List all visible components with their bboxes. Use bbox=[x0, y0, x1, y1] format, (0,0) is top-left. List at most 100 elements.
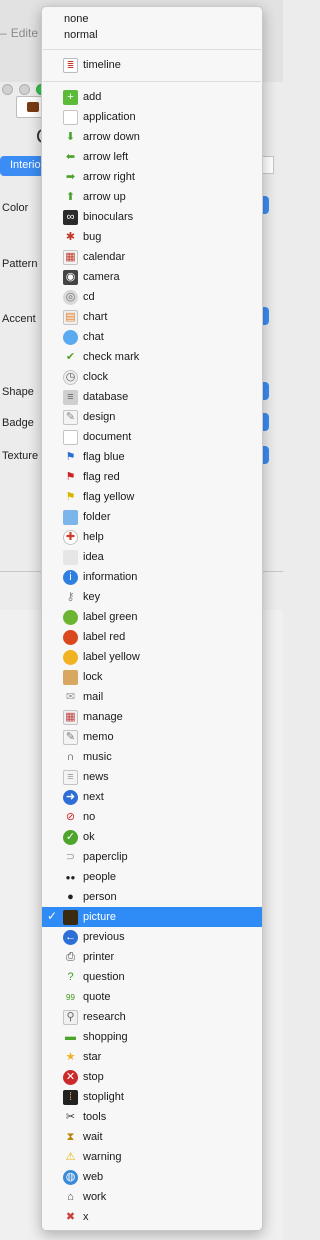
menu-item-label-red[interactable]: label red bbox=[42, 627, 262, 647]
menu-item-printer[interactable]: ⎙ printer bbox=[42, 947, 262, 967]
menu-item-paperclip[interactable]: ⊃ paperclip bbox=[42, 847, 262, 867]
menu-item-arrow-right[interactable]: ➡ arrow right bbox=[42, 167, 262, 187]
menu-item-x[interactable]: ✖ x bbox=[42, 1207, 262, 1227]
news-icon: ≡ bbox=[63, 769, 78, 785]
text-field[interactable] bbox=[262, 156, 274, 174]
menu-item-label: picture bbox=[83, 911, 117, 923]
menu-item-flag-blue[interactable]: ⚑ flag blue bbox=[42, 447, 262, 467]
menu-item-cd[interactable]: ◎ cd bbox=[42, 287, 262, 307]
menu-item-stop[interactable]: ✕ stop bbox=[42, 1067, 262, 1087]
menu-item-label: next bbox=[83, 791, 104, 803]
menu-item-work[interactable]: ⌂ work bbox=[42, 1187, 262, 1207]
label-red-icon bbox=[63, 629, 78, 645]
menu-item-label: lock bbox=[83, 671, 103, 683]
menu-item-label: quote bbox=[83, 991, 111, 1003]
minimize-window-button[interactable] bbox=[19, 84, 30, 95]
menu-item-web[interactable]: ◍ web bbox=[42, 1167, 262, 1187]
menu-item-database[interactable]: ≡ database bbox=[42, 387, 262, 407]
menu-item-people[interactable]: ●● people bbox=[42, 867, 262, 887]
menu-item-star[interactable]: ★ star bbox=[42, 1047, 262, 1067]
menu-item-bug[interactable]: ✱ bug bbox=[42, 227, 262, 247]
menu-item-chat[interactable]: chat bbox=[42, 327, 262, 347]
menu-item-no[interactable]: ⊘ no bbox=[42, 807, 262, 827]
menu-item-label-green[interactable]: label green bbox=[42, 607, 262, 627]
menu-item-stoplight[interactable]: ⁞ stoplight bbox=[42, 1087, 262, 1107]
arrow-up-icon: ⬆ bbox=[65, 190, 76, 203]
menu-item-label: help bbox=[83, 531, 104, 543]
menu-item-application[interactable]: application bbox=[42, 107, 262, 127]
menu-item-memo[interactable]: ✎ memo bbox=[42, 727, 262, 747]
menu-item-news[interactable]: ≡ news bbox=[42, 767, 262, 787]
menu-item-label: star bbox=[83, 1051, 102, 1063]
database-icon: ≡ bbox=[63, 389, 78, 405]
menu-item-label: no bbox=[83, 811, 96, 823]
menu-item-label: ok bbox=[83, 831, 95, 843]
close-window-button[interactable] bbox=[2, 84, 13, 95]
menu-item-check-mark[interactable]: ✔ check mark bbox=[42, 347, 262, 367]
next-icon: ➜ bbox=[63, 789, 78, 805]
menu-item-timeline[interactable]: ≣ timeline bbox=[42, 55, 262, 75]
label-badge: Badge bbox=[2, 417, 34, 429]
design-icon: ✎ bbox=[63, 409, 78, 425]
arrow-right-icon: ➡ bbox=[65, 170, 76, 183]
menu-item-help[interactable]: ✚ help bbox=[42, 527, 262, 547]
manage-icon: ▦ bbox=[63, 709, 78, 725]
menu-item-key[interactable]: ⚷ key bbox=[42, 587, 262, 607]
menu-item-clock[interactable]: ◷ clock bbox=[42, 367, 262, 387]
menu-item-previous[interactable]: ← previous bbox=[42, 927, 262, 947]
menu-item-next[interactable]: ➜ next bbox=[42, 787, 262, 807]
menu-item-person[interactable]: ● person bbox=[42, 887, 262, 907]
menu-item-folder[interactable]: folder bbox=[42, 507, 262, 527]
picture-icon bbox=[63, 909, 78, 925]
menu-item-tools[interactable]: ✂ tools bbox=[42, 1107, 262, 1127]
menu-item-wait[interactable]: ⧗ wait bbox=[42, 1127, 262, 1147]
document-icon bbox=[63, 429, 78, 445]
menu-item-warning[interactable]: ⚠ warning bbox=[42, 1147, 262, 1167]
clock-icon: ◷ bbox=[63, 369, 78, 385]
menu-item-flag-red[interactable]: ⚑ flag red bbox=[42, 467, 262, 487]
menu-item-research[interactable]: ⚲ research bbox=[42, 1007, 262, 1027]
menu-item-binoculars[interactable]: ∞ binoculars bbox=[42, 207, 262, 227]
menu-item-arrow-up[interactable]: ⬆ arrow up bbox=[42, 187, 262, 207]
menu-item-shopping[interactable]: ▬ shopping bbox=[42, 1027, 262, 1047]
menu-item-add[interactable]: + add bbox=[42, 87, 262, 107]
menu-item-label: shopping bbox=[83, 1031, 128, 1043]
web-icon: ◍ bbox=[63, 1169, 78, 1185]
menu-item-calendar[interactable]: ▦ calendar bbox=[42, 247, 262, 267]
check-mark-icon: ✔ bbox=[65, 350, 76, 363]
menu-item-picture[interactable]: ✓ picture bbox=[42, 907, 262, 927]
menu-item-idea[interactable]: idea bbox=[42, 547, 262, 567]
menu-item-arrow-down[interactable]: ⬇ arrow down bbox=[42, 127, 262, 147]
menu-item-normal[interactable]: normal bbox=[64, 29, 98, 41]
menu-item-quote[interactable]: 99 quote bbox=[42, 987, 262, 1007]
menu-item-lock[interactable]: lock bbox=[42, 667, 262, 687]
menu-item-design[interactable]: ✎ design bbox=[42, 407, 262, 427]
menu-item-label: information bbox=[83, 571, 138, 583]
menu-item-label: cd bbox=[83, 291, 95, 303]
question-icon: ? bbox=[67, 970, 74, 983]
menu-item-label: arrow down bbox=[83, 131, 140, 143]
menu-item-arrow-left[interactable]: ⬅ arrow left bbox=[42, 147, 262, 167]
menu-item-information[interactable]: i information bbox=[42, 567, 262, 587]
menu-item-manage[interactable]: ▦ manage bbox=[42, 707, 262, 727]
menu-item-label: application bbox=[83, 111, 136, 123]
menu-item-ok[interactable]: ✓ ok bbox=[42, 827, 262, 847]
menu-item-label: label green bbox=[83, 611, 138, 623]
menu-item-label: music bbox=[83, 751, 112, 763]
label-yellow-icon bbox=[63, 649, 78, 665]
menu-item-camera[interactable]: ◉ camera bbox=[42, 267, 262, 287]
menu-item-label: question bbox=[83, 971, 125, 983]
menu-item-label-yellow[interactable]: label yellow bbox=[42, 647, 262, 667]
menu-item-label: manage bbox=[83, 711, 123, 723]
help-icon: ✚ bbox=[63, 529, 78, 545]
menu-item-question[interactable]: ? question bbox=[42, 967, 262, 987]
menu-item-mail[interactable]: ✉ mail bbox=[42, 687, 262, 707]
menu-item-music[interactable]: ∩ music bbox=[42, 747, 262, 767]
menu-item-none[interactable]: none bbox=[64, 13, 88, 25]
menu-item-flag-yellow[interactable]: ⚑ flag yellow bbox=[42, 487, 262, 507]
menu-item-label: paperclip bbox=[83, 851, 128, 863]
tab-interior[interactable]: Interio bbox=[0, 156, 44, 176]
menu-item-document[interactable]: document bbox=[42, 427, 262, 447]
menu-item-chart[interactable]: ▤ chart bbox=[42, 307, 262, 327]
no-icon: ⊘ bbox=[65, 810, 76, 823]
